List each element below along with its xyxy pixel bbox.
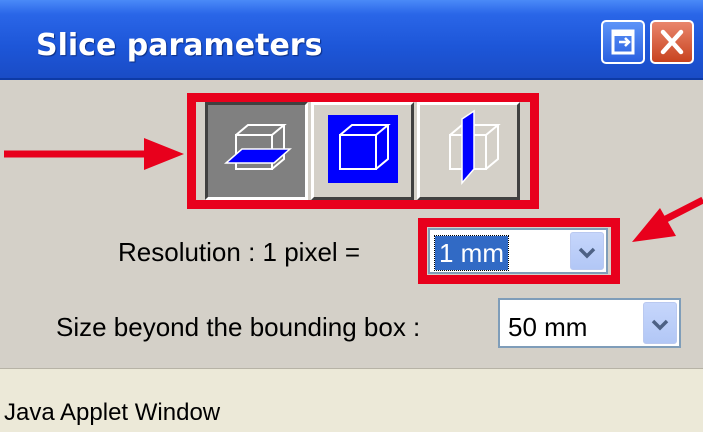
slice-parameters-window: Slice parameters Resolution: 1 pixel = … (0, 0, 703, 432)
annotation-arrows (4, 138, 703, 242)
right-arrow-icon (632, 196, 703, 242)
left-arrow-icon (4, 138, 184, 170)
